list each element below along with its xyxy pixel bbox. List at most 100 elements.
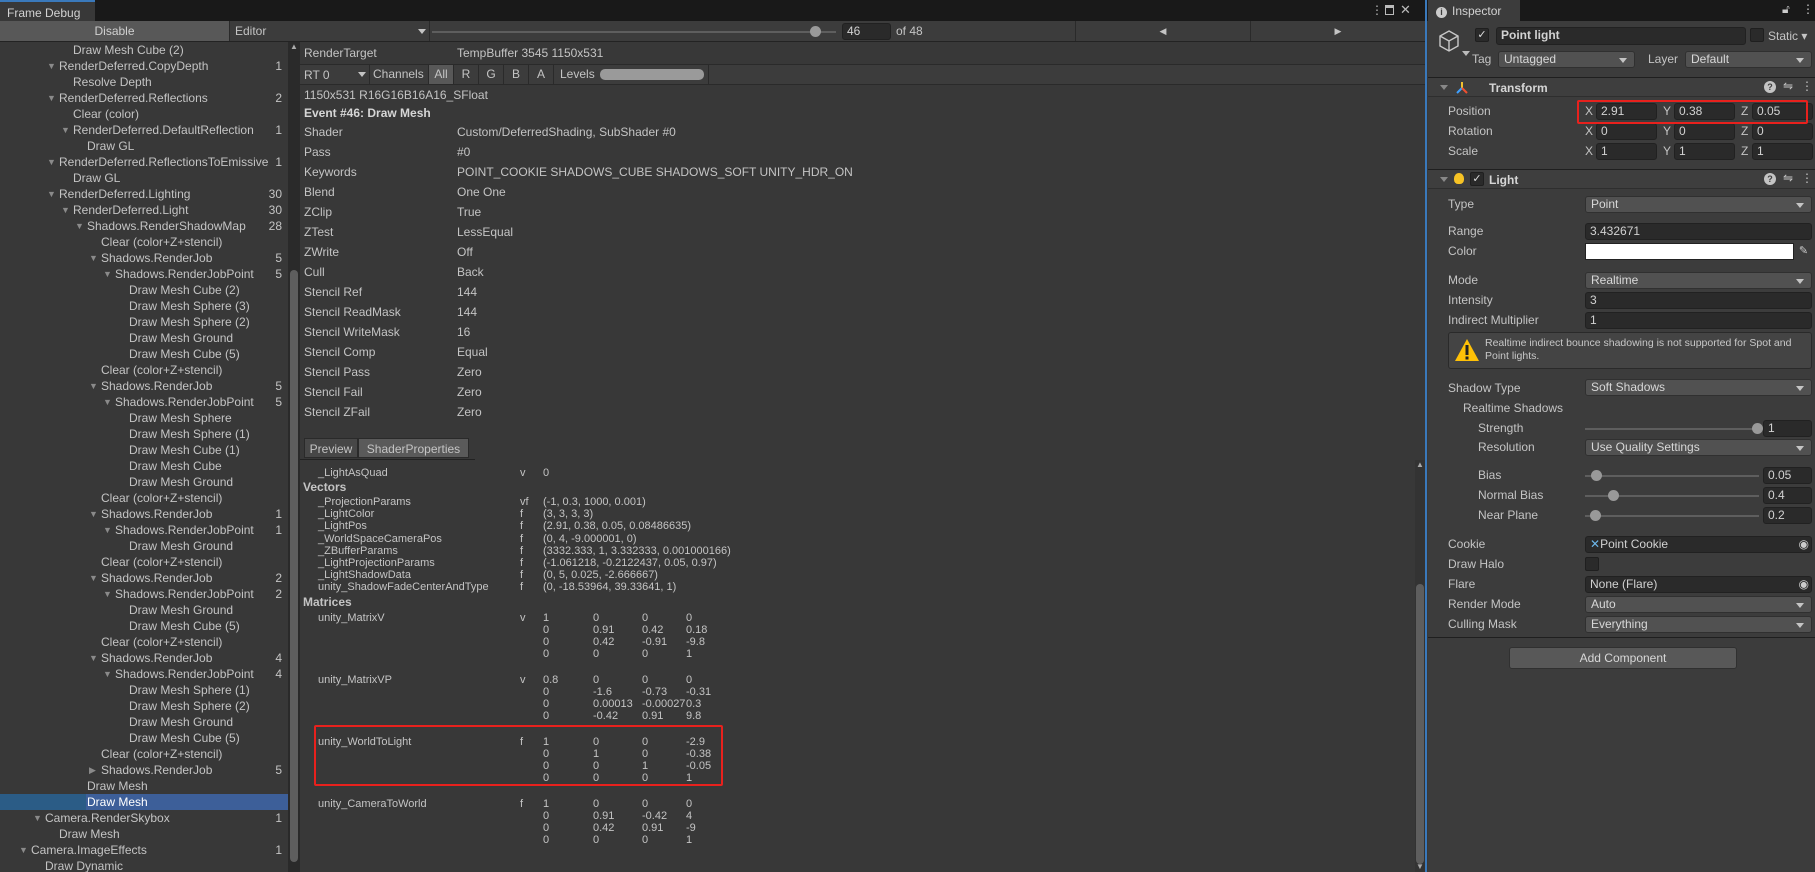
more-menu-icon[interactable]: ⋮	[1371, 3, 1383, 17]
tree-row[interactable]: Draw Mesh Ground	[0, 714, 288, 730]
shadow-bias-field[interactable]: 0.05	[1763, 467, 1812, 484]
rt-dropdown[interactable]: RT 0	[300, 65, 370, 84]
render-mode-dropdown[interactable]: Auto	[1585, 596, 1812, 613]
shadow-near-plane-slider[interactable]	[1585, 515, 1759, 517]
tree-row[interactable]: ▶ Shadows.RenderJob 5	[0, 762, 288, 778]
tree-row[interactable]: Resolve Depth	[0, 74, 288, 90]
shadow-strength-field[interactable]: 1	[1763, 420, 1812, 437]
eyedropper-icon[interactable]: ✎	[1795, 243, 1812, 260]
tree-row[interactable]: Draw GL	[0, 170, 288, 186]
help-icon[interactable]: ?	[1764, 81, 1776, 93]
tree-row[interactable]: Draw Mesh Cube (5)	[0, 618, 288, 634]
tab-preview[interactable]: Preview	[304, 438, 358, 458]
add-component-button[interactable]: Add Component	[1509, 647, 1737, 669]
scroll-thumb[interactable]	[290, 270, 298, 862]
scroll-thumb[interactable]	[1416, 584, 1424, 864]
tree-row[interactable]: Draw Mesh Cube (2)	[0, 42, 288, 58]
tree-row[interactable]: ▼ Camera.ImageEffects 1	[0, 842, 288, 858]
tree-row[interactable]: ▼ Shadows.RenderJob 5	[0, 250, 288, 266]
foldout-arrow-icon[interactable]: ▼	[89, 506, 98, 522]
foldout-arrow-icon[interactable]: ▼	[33, 810, 42, 826]
event-tree-scrollbar[interactable]: ▲	[288, 42, 300, 872]
shader-properties-scrollbar[interactable]: ▲ ▼	[1415, 460, 1425, 872]
tag-dropdown[interactable]: Untagged	[1498, 51, 1635, 68]
foldout-arrow-icon[interactable]: ▼	[61, 202, 70, 218]
transform-scale-x-field[interactable]: 1	[1596, 143, 1657, 160]
channel-toggle-g[interactable]: G	[478, 65, 503, 84]
tree-row[interactable]: Draw Mesh Cube (5)	[0, 346, 288, 362]
foldout-arrow-icon[interactable]: ▼	[47, 186, 56, 202]
tree-row[interactable]: Draw Dynamic	[0, 858, 288, 872]
static-dropdown[interactable]: Static ▾	[1768, 28, 1807, 45]
target-dropdown[interactable]: Editor	[231, 21, 430, 41]
tree-row[interactable]: Draw Mesh Ground	[0, 474, 288, 490]
foldout-arrow-icon[interactable]	[1440, 85, 1448, 90]
tree-row[interactable]: Draw Mesh Ground	[0, 602, 288, 618]
cookie-field[interactable]: ✕Point Cookie ◉	[1585, 536, 1812, 553]
tree-row[interactable]: ▼ Shadows.RenderJob 1	[0, 506, 288, 522]
tree-row[interactable]: Clear (color+Z+stencil)	[0, 490, 288, 506]
levels-range-slider[interactable]	[600, 69, 704, 80]
channel-toggle-r[interactable]: R	[453, 65, 478, 84]
tree-row[interactable]: ▼ Shadows.RenderJob 5	[0, 378, 288, 394]
tree-row[interactable]: ▼ Shadows.RenderJobPoint 2	[0, 586, 288, 602]
scroll-up-icon[interactable]: ▲	[1416, 460, 1424, 469]
tree-row[interactable]: Clear (color)	[0, 106, 288, 122]
tree-row[interactable]: Draw Mesh Sphere (2)	[0, 698, 288, 714]
tree-row[interactable]: Draw Mesh Ground	[0, 538, 288, 554]
resolution-dropdown[interactable]: Use Quality Settings	[1585, 439, 1812, 456]
event-tree[interactable]: Draw Mesh Cube (2) ▼ RenderDeferred.CopyDe…	[0, 42, 288, 872]
tree-row[interactable]: ▼ Shadows.RenderShadowMap 28	[0, 218, 288, 234]
tree-row[interactable]: Draw Mesh	[0, 778, 288, 794]
draw-halo-checkbox[interactable]	[1585, 557, 1599, 571]
previous-event-button[interactable]: ◀	[1075, 21, 1250, 41]
tree-row[interactable]: Draw Mesh Cube	[0, 458, 288, 474]
more-menu-icon[interactable]: ⋮	[1801, 79, 1813, 93]
foldout-arrow-icon[interactable]: ▼	[103, 394, 112, 410]
culling-mask-dropdown[interactable]: Everything	[1585, 616, 1812, 633]
more-menu-icon[interactable]: ⋮	[1802, 2, 1814, 16]
channel-toggle-a[interactable]: A	[528, 65, 553, 84]
type-dropdown[interactable]: Point	[1585, 196, 1812, 213]
lock-icon[interactable]: 🔓︎	[1782, 2, 1790, 17]
tree-row[interactable]: ▼ Shadows.RenderJobPoint 4	[0, 666, 288, 682]
tab-frame-debug[interactable]: Frame Debug	[0, 0, 95, 21]
presets-icon[interactable]: ⇋	[1783, 79, 1793, 93]
tree-row[interactable]: ▼ Shadows.RenderJobPoint 5	[0, 394, 288, 410]
transform-rotation-y-field[interactable]: 0	[1674, 123, 1735, 140]
tree-row[interactable]: Clear (color+Z+stencil)	[0, 746, 288, 762]
flare-field[interactable]: None (Flare) ◉	[1585, 576, 1812, 593]
object-name-field[interactable]: Point light	[1496, 27, 1746, 45]
foldout-arrow-icon[interactable]: ▼	[103, 586, 112, 602]
tree-row[interactable]: ▼ RenderDeferred.Lighting 30	[0, 186, 288, 202]
tree-row[interactable]: ▼ RenderDeferred.DefaultReflection 1	[0, 122, 288, 138]
foldout-arrow-icon[interactable]: ▼	[89, 250, 98, 266]
tree-row[interactable]: Draw Mesh Cube (5)	[0, 730, 288, 746]
tab-shaderproperties[interactable]: ShaderProperties	[358, 438, 469, 458]
tree-row[interactable]: ▼ RenderDeferred.ReflectionsToEmissive 1	[0, 154, 288, 170]
shadow-strength-slider[interactable]	[1585, 428, 1759, 430]
help-icon[interactable]: ?	[1764, 173, 1776, 185]
tree-row[interactable]: ▼ Shadows.RenderJobPoint 1	[0, 522, 288, 538]
foldout-arrow-icon[interactable]: ▶	[89, 762, 96, 778]
disable-button[interactable]: Disable	[0, 21, 230, 41]
indirect-multiplier-field[interactable]: 1	[1585, 312, 1812, 329]
transform-scale-y-field[interactable]: 1	[1674, 143, 1735, 160]
shadow-near-plane-field[interactable]: 0.2	[1763, 507, 1812, 524]
foldout-arrow-icon[interactable]: ▼	[19, 842, 28, 858]
layer-dropdown[interactable]: Default	[1685, 51, 1812, 68]
object-picker-icon[interactable]: ◉	[1799, 577, 1809, 592]
object-picker-icon[interactable]: ◉	[1799, 537, 1809, 552]
shadow-type-dropdown[interactable]: Soft Shadows	[1585, 379, 1812, 396]
tree-row[interactable]: Draw Mesh Sphere	[0, 410, 288, 426]
light-enabled-checkbox[interactable]: ✓	[1470, 172, 1484, 186]
tree-row[interactable]: Draw Mesh Sphere (2)	[0, 314, 288, 330]
intensity-field[interactable]: 3	[1585, 292, 1812, 309]
tree-row[interactable]: ▼ RenderDeferred.Reflections 2	[0, 90, 288, 106]
transform-header[interactable]: Transform ? ⇋ ⋮	[1428, 77, 1815, 97]
tree-row[interactable]: Draw Mesh Sphere (3)	[0, 298, 288, 314]
foldout-arrow-icon[interactable]	[1440, 177, 1448, 182]
shader-properties-list[interactable]: _LightAsQuad v 0 Vectors _ProjectionParams vf…	[300, 460, 1415, 872]
transform-scale-z-field[interactable]: 1	[1752, 143, 1813, 160]
active-checkbox[interactable]: ✓	[1475, 28, 1489, 42]
